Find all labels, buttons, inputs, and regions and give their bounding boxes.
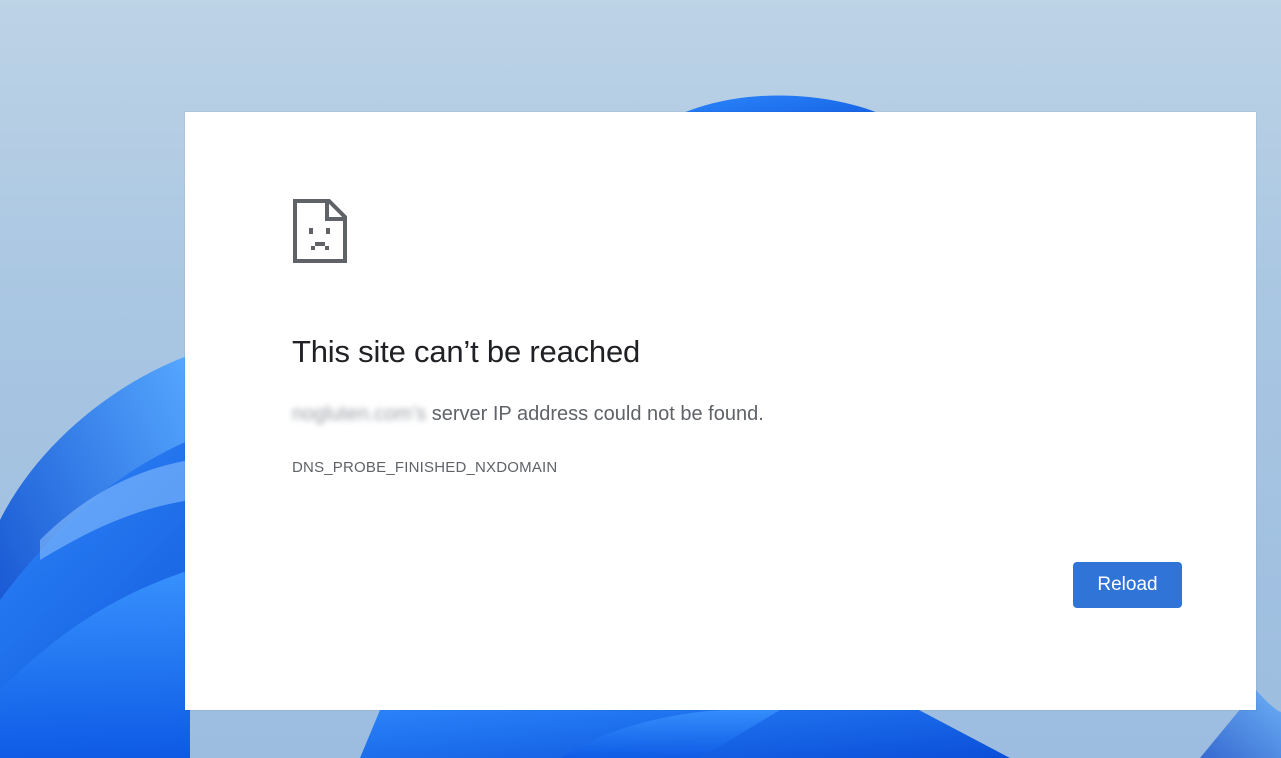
sad-page-icon	[293, 199, 347, 263]
reload-button[interactable]: Reload	[1073, 562, 1182, 608]
browser-error-page: This site can’t be reached nogluten.com’…	[185, 112, 1256, 710]
error-code: DNS_PROBE_FINISHED_NXDOMAIN	[292, 459, 558, 476]
blurred-domain-name: nogluten.com’s	[292, 403, 427, 425]
error-message-text: server IP address could not be found.	[426, 403, 764, 425]
error-message: nogluten.com’s server IP address could n…	[292, 403, 764, 426]
page-title: This site can’t be reached	[292, 334, 641, 369]
